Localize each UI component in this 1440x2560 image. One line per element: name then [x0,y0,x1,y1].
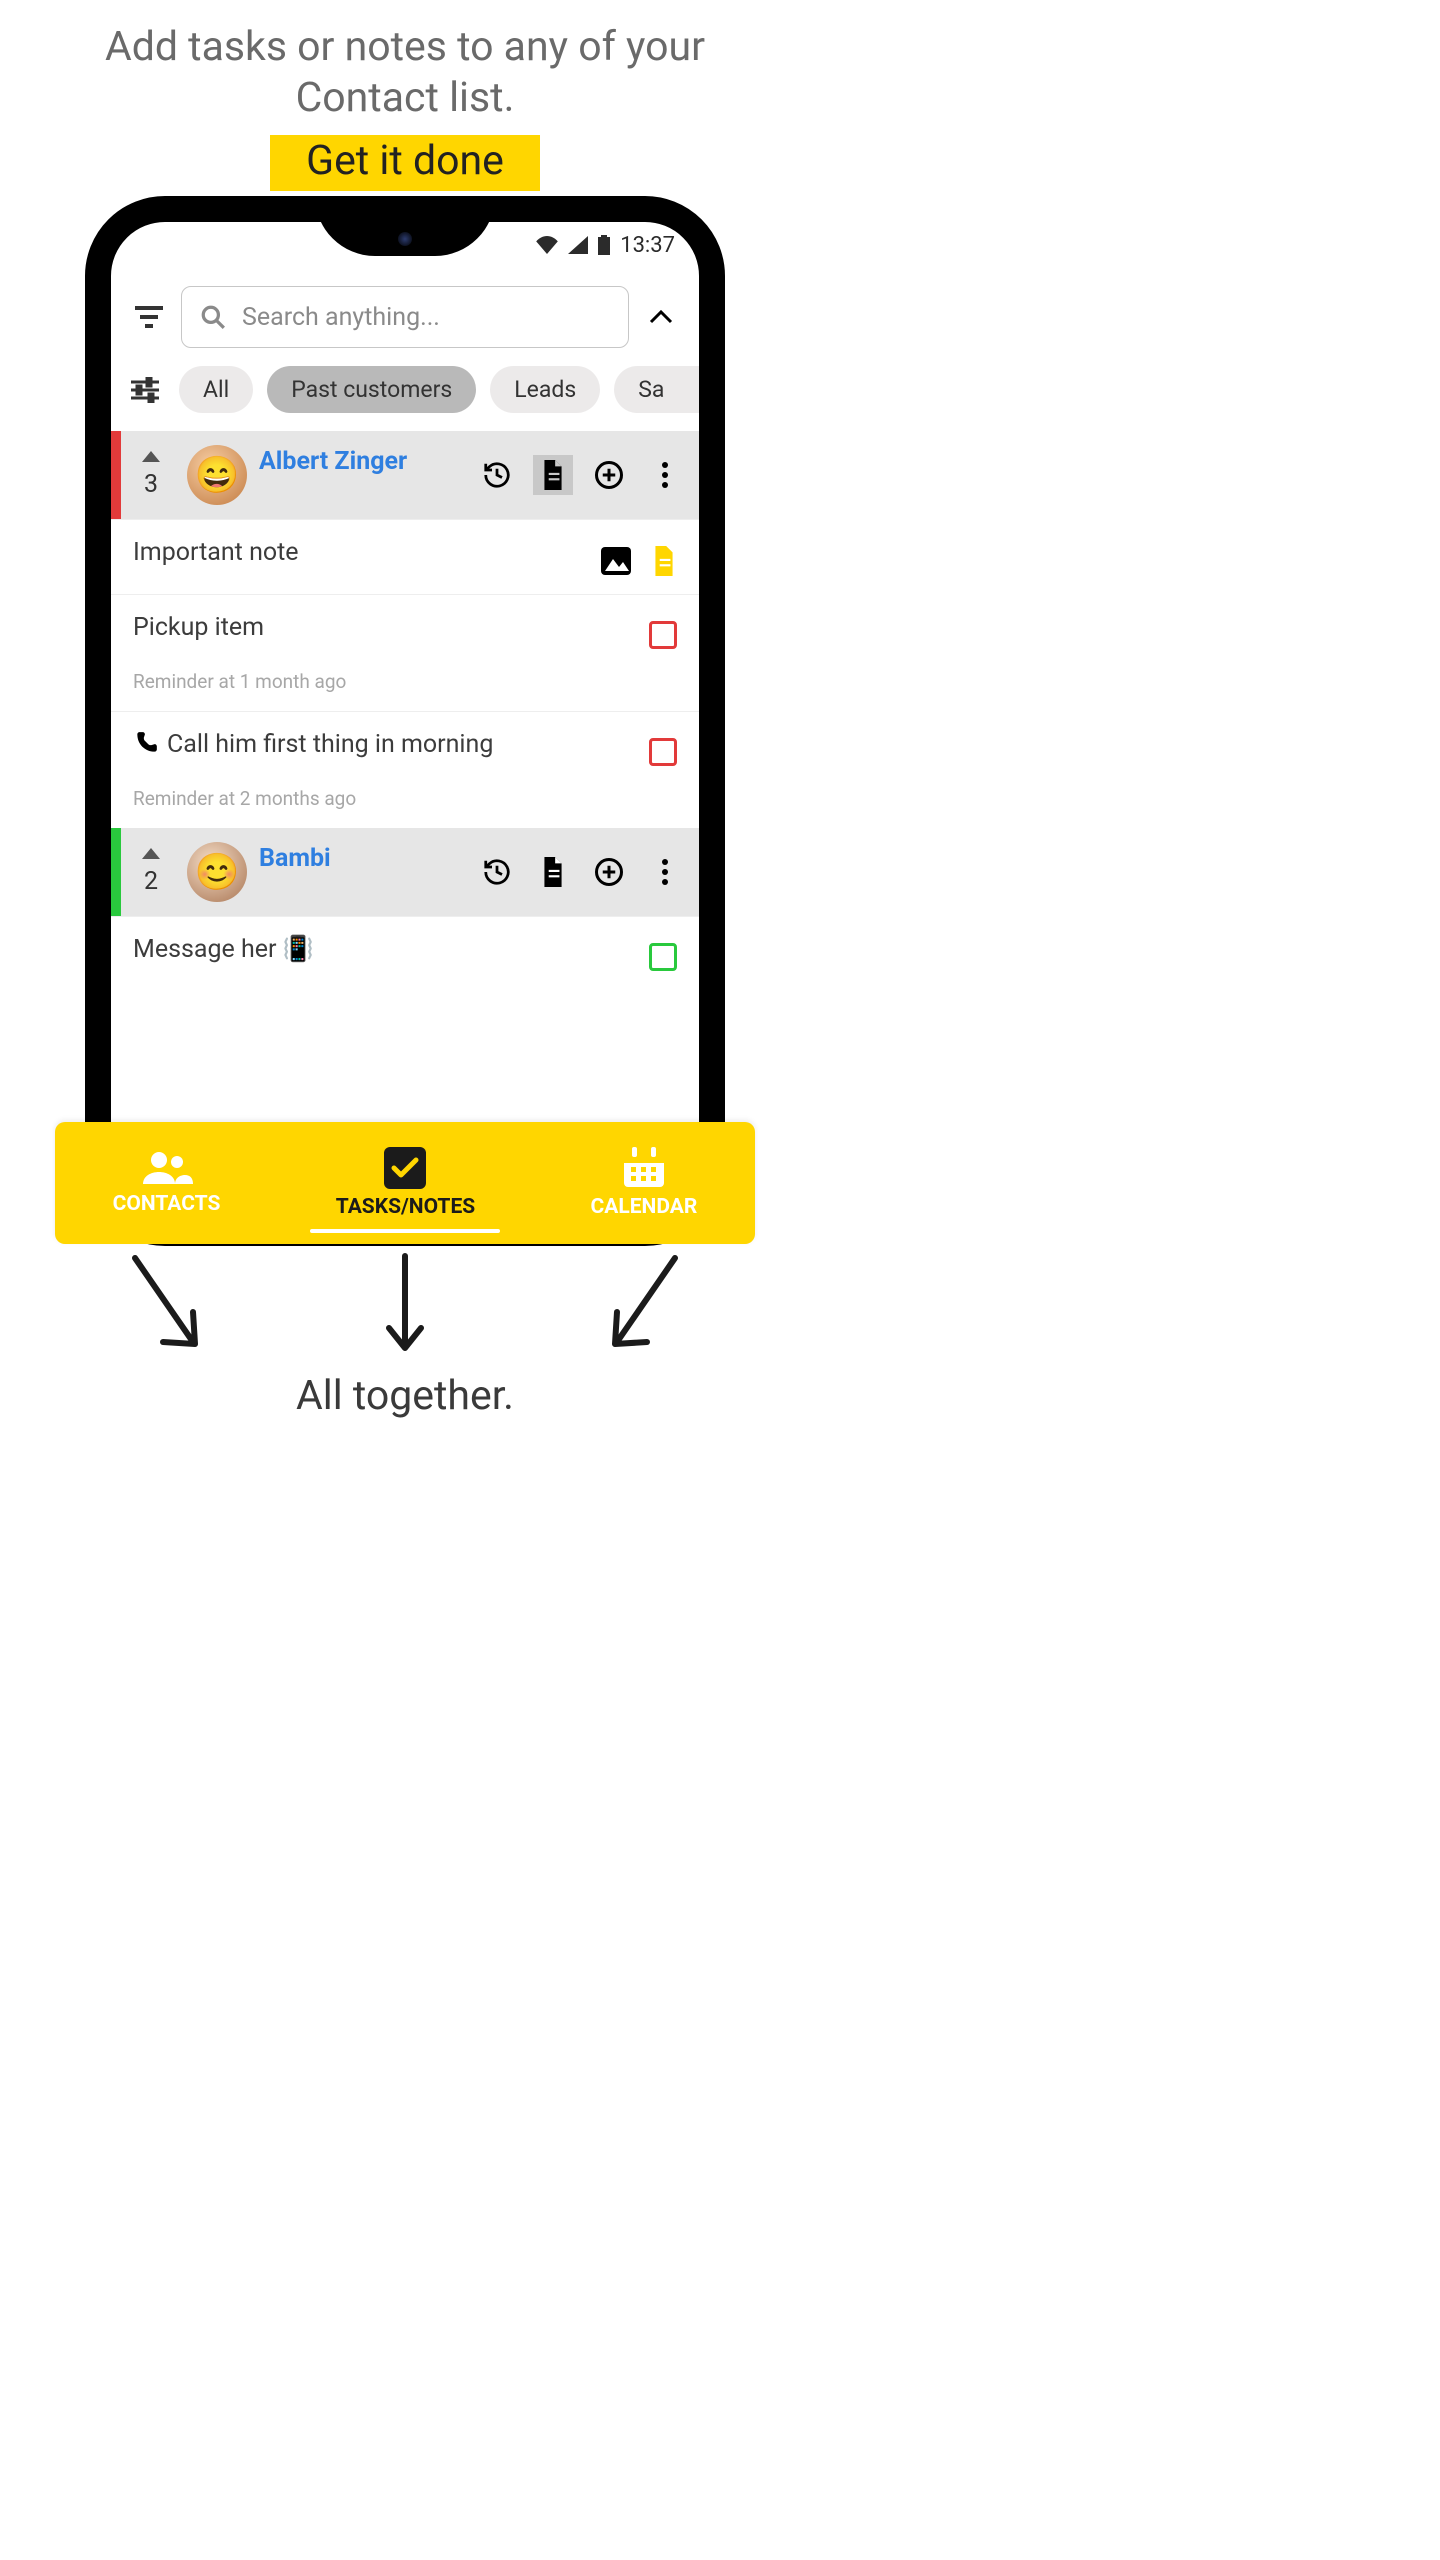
add-circle-icon[interactable] [589,455,629,495]
task-checkbox[interactable] [649,621,677,649]
task-checkbox[interactable] [649,738,677,766]
document-icon[interactable] [533,455,573,495]
more-vert-icon[interactable] [645,852,685,892]
triangle-up-icon [142,848,160,859]
history-icon[interactable] [477,852,517,892]
arrow-icon [115,1250,215,1360]
contact-header-bambi[interactable]: 2 😊 Bambi [111,828,699,916]
arrow-icon [385,1250,425,1360]
calendar-icon [622,1147,666,1189]
search-input[interactable]: Search anything... [181,286,629,348]
task-title: Pickup item [133,613,346,642]
arrow-icon [595,1250,695,1360]
contact-header-albert[interactable]: 3 😄 Albert Zinger [111,431,699,519]
page-heading: Add tasks or notes to any of your Contac… [0,0,810,135]
nav-label: TASKS/NOTES [336,1195,475,1219]
nav-tasks-notes[interactable]: TASKS/NOTES [336,1147,475,1219]
task-checkbox[interactable] [649,943,677,971]
phone-icon [133,730,159,756]
filter-chips-row: All Past customers Leads Sa [111,362,699,431]
people-icon [141,1150,193,1186]
task-row[interactable]: Call him first thing in morning Reminder… [111,711,699,828]
phone-frame: 13:37 Search anything... All Past custom… [85,196,725,1246]
front-camera [398,232,412,246]
note-doc-icon [651,546,677,576]
task-reminder: Reminder at 1 month ago [133,670,346,693]
search-row: Search anything... [111,268,699,362]
add-circle-icon[interactable] [589,852,629,892]
status-time: 13:37 [620,233,675,258]
image-icon [601,547,631,575]
nav-label: CONTACTS [113,1192,221,1216]
contact-name[interactable]: Bambi [259,844,465,873]
avatar[interactable]: 😊 [187,842,247,902]
task-title: Call him first thing in morning [133,730,493,759]
nav-label: CALENDAR [591,1195,698,1219]
contact-count: 2 [127,848,175,896]
cellular-icon [568,236,588,254]
page-subheading: Get it done [270,135,540,191]
nav-contacts[interactable]: CONTACTS [113,1150,221,1216]
chip-next-partial[interactable]: Sa [614,366,699,413]
more-vert-icon[interactable] [645,455,685,495]
count-value: 2 [144,867,158,896]
active-indicator [310,1229,500,1233]
filter-icon[interactable] [129,297,169,337]
task-reminder: Reminder at 2 months ago [133,787,493,810]
contact-name[interactable]: Albert Zinger [259,447,465,476]
triangle-up-icon [142,451,160,462]
count-value: 3 [144,470,158,499]
chip-all[interactable]: All [179,366,253,413]
note-title: Important note [133,538,299,567]
chevron-up-icon[interactable] [641,297,681,337]
contact-count: 3 [127,451,175,499]
chip-past-customers[interactable]: Past customers [267,366,476,413]
search-placeholder: Search anything... [242,303,440,332]
history-icon[interactable] [477,455,517,495]
wifi-icon [536,236,558,254]
task-title: Message her 📳 [133,935,314,964]
battery-icon [598,235,610,255]
document-icon[interactable] [533,852,573,892]
bottom-nav: CONTACTS TASKS/NOTES CALENDAR [55,1122,755,1244]
note-row[interactable]: Important note [111,519,699,594]
tune-icon[interactable] [125,370,165,410]
arrows [0,1250,810,1360]
nav-calendar[interactable]: CALENDAR [591,1147,698,1219]
check-box-icon [384,1147,426,1189]
task-row[interactable]: Message her 📳 [111,916,699,989]
avatar[interactable]: 😄 [187,445,247,505]
task-row[interactable]: Pickup item Reminder at 1 month ago [111,594,699,711]
chip-leads[interactable]: Leads [490,366,600,413]
search-icon [200,304,226,330]
footer-text: All together. [0,1372,810,1420]
